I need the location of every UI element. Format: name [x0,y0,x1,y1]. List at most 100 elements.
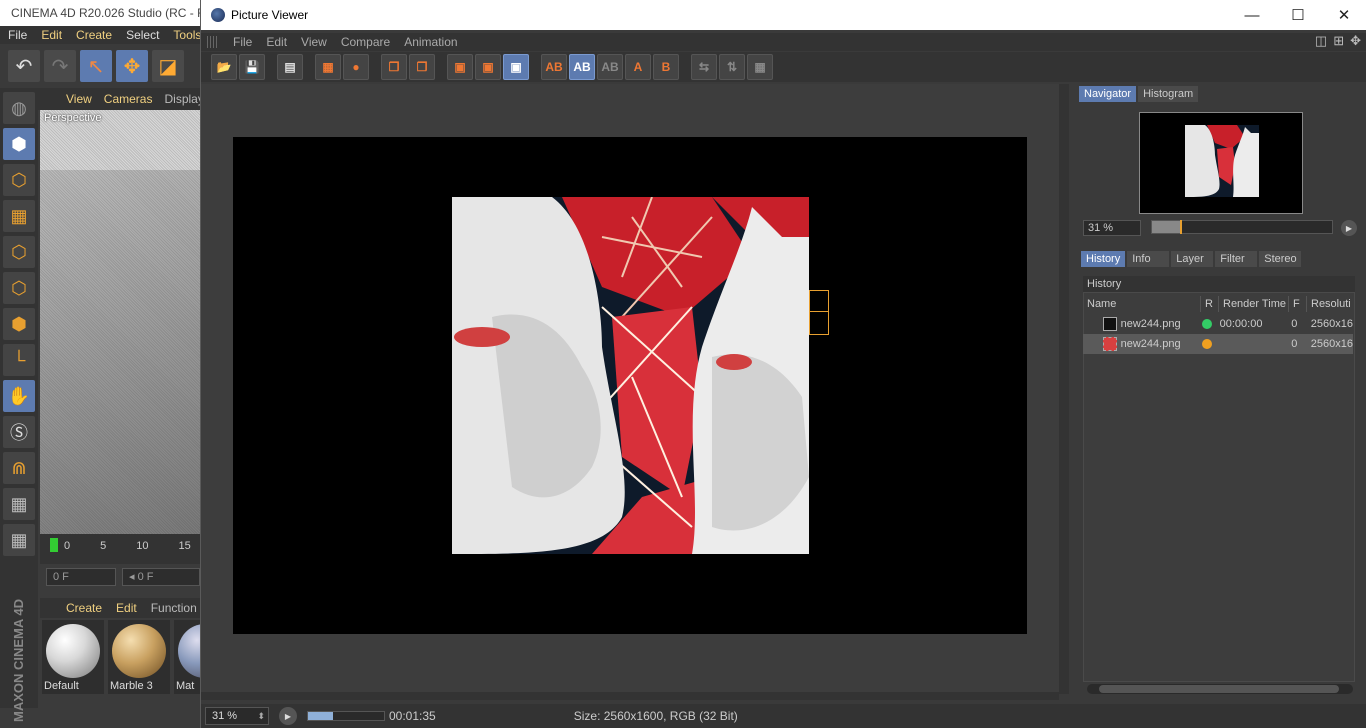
play-icon[interactable]: ▶ [279,707,297,725]
clapper-icon[interactable]: ▤ [277,54,303,80]
open-file-icon[interactable]: 📂 [211,54,237,80]
globe-icon[interactable]: ◍ [3,92,35,124]
column-r[interactable]: R [1201,296,1219,312]
tab-stereo[interactable]: Stereo [1259,251,1302,267]
perspective-viewport[interactable]: Perspective [40,110,200,534]
c4d-title-bar: CINEMA 4D R20.026 Studio (RC - R2 [0,0,200,26]
current-frame-field[interactable]: 0 F [46,568,116,586]
set-a-icon[interactable]: ▣ [447,54,473,80]
navigator-zoom-field[interactable]: 31 % [1083,220,1141,236]
tab-histogram[interactable]: Histogram [1138,86,1199,102]
polygons-mode-icon[interactable]: ⬢ [3,308,35,340]
grid-compare-icon[interactable]: ▦ [747,54,773,80]
pv-menu-edit[interactable]: Edit [266,35,287,49]
c4d-menu-edit[interactable]: Edit [41,28,62,42]
c4d-menu-file[interactable]: File [8,28,27,42]
horizontal-scrollbar[interactable] [201,692,1059,700]
image-thumbnail-icon [1103,337,1117,351]
timeline-playhead[interactable] [50,538,58,552]
select-tool-icon[interactable]: ↖ [80,50,112,82]
tab-history[interactable]: History [1081,251,1126,267]
material-marble-3[interactable]: Marble 3 [108,620,170,694]
column-name[interactable]: Name [1083,296,1201,312]
ab-split-button[interactable]: AB [569,54,595,80]
grid-icon[interactable]: ▦ [3,524,35,556]
tab-navigator[interactable]: Navigator [1079,86,1137,102]
tab-layer[interactable]: Layer [1171,251,1214,267]
viewport-menu-cameras[interactable]: Cameras [104,92,153,106]
render-region-icon[interactable]: ▦ [315,54,341,80]
pv-menu-file[interactable]: File [233,35,252,49]
close-button[interactable]: ✕ [1321,0,1366,30]
ab-compare-button[interactable]: AB [541,54,567,80]
texture-mode-icon[interactable]: ⬡ [3,164,35,196]
minimize-button[interactable]: — [1229,0,1275,30]
material-menubar: Create Edit Function [40,598,200,618]
model-mode-icon[interactable]: ⬢ [3,128,35,160]
swap-vertical-icon[interactable]: ⇅ [719,54,745,80]
copy-icon[interactable]: ❐ [381,54,407,80]
material-menu-create[interactable]: Create [66,601,102,615]
c4d-menu-tools[interactable]: Tools [173,28,201,42]
navigator-play-icon[interactable]: ▶ [1341,220,1357,236]
snap-icon[interactable]: Ⓢ [3,416,35,448]
pv-menu-compare[interactable]: Compare [341,35,390,49]
history-row[interactable]: new244.png 00:00:00 0 2560x16 [1083,314,1353,334]
vertical-scrollbar[interactable] [1059,84,1069,694]
move-panel-icon[interactable]: ✥ [1350,33,1361,49]
axis-icon[interactable]: └ [3,344,35,376]
zoom-select[interactable]: 31 % [205,707,269,725]
tab-filter[interactable]: Filter [1215,251,1258,267]
maximize-button[interactable]: ☐ [1275,0,1321,30]
workplane-icon[interactable]: ▦ [3,200,35,232]
viewport-menu-view[interactable]: View [66,92,92,106]
undo-icon[interactable]: ↶ [8,50,40,82]
save-icon[interactable]: 💾 [239,54,265,80]
grip-icon[interactable] [207,36,219,48]
tab-info[interactable]: Info [1127,251,1170,267]
history-row-name: new244.png [1120,318,1181,330]
render-user-icon[interactable]: ● [343,54,369,80]
rendered-image [452,197,829,554]
pv-status-bar: 31 % ▶ 00:01:35 Size: 2560x1600, RGB (32… [201,704,1366,728]
material-menu-edit[interactable]: Edit [116,601,137,615]
column-resolution[interactable]: Resoluti [1307,296,1353,312]
image-size-text: Size: 2560x1600, RGB (32 Bit) [573,709,738,723]
new-panel-icon[interactable]: ⊞ [1333,33,1344,49]
swap-icon[interactable]: ⇆ [691,54,717,80]
points-mode-icon[interactable]: ⬡ [3,236,35,268]
column-render-time[interactable]: Render Time [1219,296,1289,312]
column-f[interactable]: F [1289,296,1307,312]
viewport-menubar: View Cameras Display [38,88,204,110]
ab-diff-button[interactable]: AB [597,54,623,80]
redo-icon[interactable]: ↷ [44,50,76,82]
history-scrollbar[interactable] [1087,684,1353,694]
history-columns: Name R Render Time F Resoluti [1083,296,1355,312]
layout-icon[interactable]: ◫ [1315,33,1327,49]
material-menu-function[interactable]: Function [151,601,197,615]
history-row[interactable]: new244.png 0 2560x16 [1083,334,1353,354]
set-b-button[interactable]: B [653,54,679,80]
c4d-menu-create[interactable]: Create [76,28,112,42]
timeline[interactable]: 0 5 10 15 [40,534,200,564]
compare-icon[interactable]: ▣ [503,54,529,80]
start-frame-field[interactable]: ◂ 0 F [122,568,200,586]
status-dot [1201,339,1212,349]
magnet-icon[interactable]: ⋒ [3,452,35,484]
slider-knob[interactable] [1179,220,1182,234]
pv-menu-animation[interactable]: Animation [404,35,457,49]
navigator-zoom-slider[interactable] [1151,220,1333,234]
lock-grid-icon[interactable]: ▦ [3,488,35,520]
viewport-menu-display[interactable]: Display [164,92,203,106]
paste-icon[interactable]: ❐ [409,54,435,80]
navigator-thumbnail[interactable] [1139,112,1303,214]
pv-menu-view[interactable]: View [301,35,327,49]
set-b-icon[interactable]: ▣ [475,54,501,80]
scale-tool-icon[interactable]: ◪ [152,50,184,82]
edges-mode-icon[interactable]: ⬡ [3,272,35,304]
mouse-tweak-icon[interactable]: ✋ [3,380,35,412]
move-tool-icon[interactable]: ✥ [116,50,148,82]
c4d-menu-select[interactable]: Select [126,28,159,42]
material-default[interactable]: Default [42,620,104,694]
set-a-button[interactable]: A [625,54,651,80]
